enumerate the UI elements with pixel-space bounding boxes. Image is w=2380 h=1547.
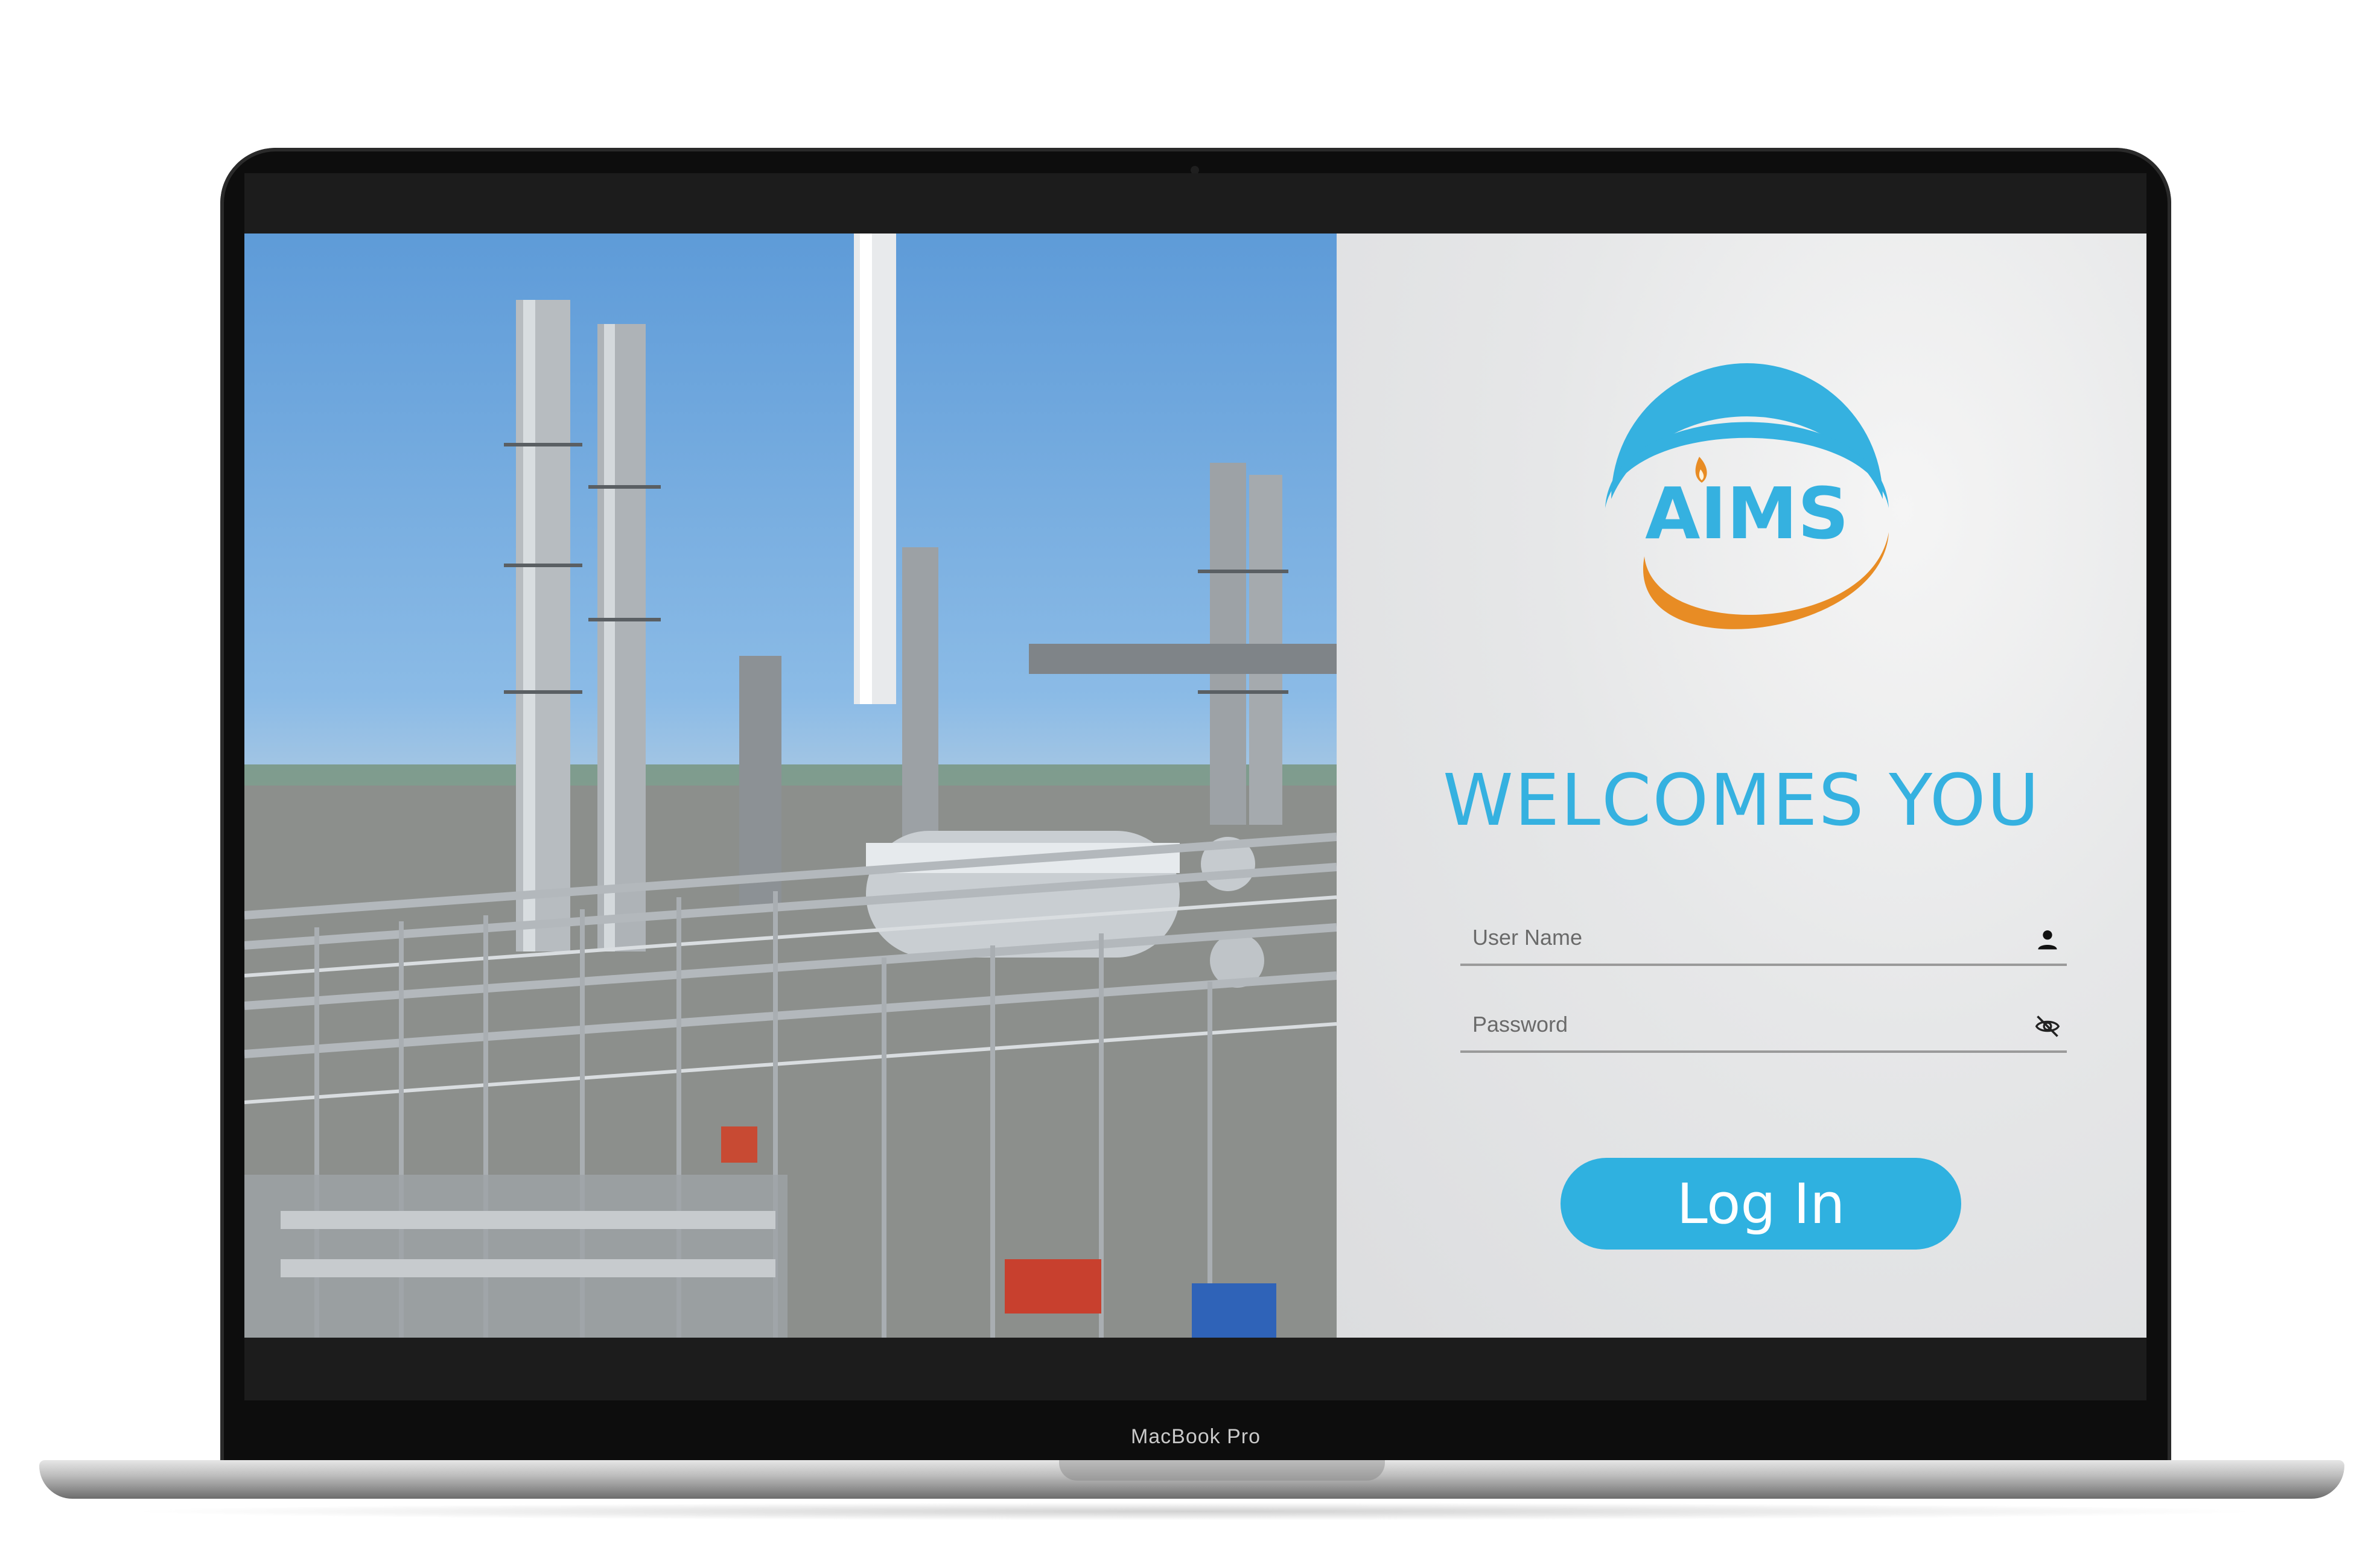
username-input[interactable] (1471, 920, 2017, 955)
device-mockup: AIMS WELCOMES YOU User Name Log In MacBo… (0, 0, 2380, 1547)
plant-illustration (244, 233, 1337, 1338)
username-field (1460, 915, 2067, 966)
login-button[interactable]: Log In (1561, 1158, 1961, 1250)
base-shadow (121, 1502, 2269, 1520)
base-notch (1059, 1460, 1385, 1481)
laptop-base (39, 1460, 2344, 1499)
laptop-lid: AIMS WELCOMES YOU User Name Log In MacBo… (220, 148, 2171, 1475)
password-input[interactable] (1471, 1007, 2017, 1042)
login-app: AIMS WELCOMES YOU User Name Log In (244, 233, 2146, 1338)
laptop-screen: AIMS WELCOMES YOU User Name Log In (244, 173, 2146, 1400)
user-icon (2038, 930, 2057, 950)
screen-top-bezel (244, 173, 2146, 233)
aims-logo: AIMS (1605, 363, 1889, 629)
hero-plant-image (244, 233, 1337, 1338)
screen-bottom-bezel (244, 1338, 2146, 1400)
password-field (1460, 1002, 2067, 1053)
svg-text:AIMS: AIMS (1645, 472, 1849, 555)
welcome-heading: WELCOMES YOU (1443, 758, 2040, 842)
model-label: MacBook Pro (1130, 1425, 1261, 1448)
eye-off-icon[interactable] (2034, 1013, 2061, 1040)
login-panel: AIMS WELCOMES YOU User Name Log In (1337, 233, 2146, 1338)
